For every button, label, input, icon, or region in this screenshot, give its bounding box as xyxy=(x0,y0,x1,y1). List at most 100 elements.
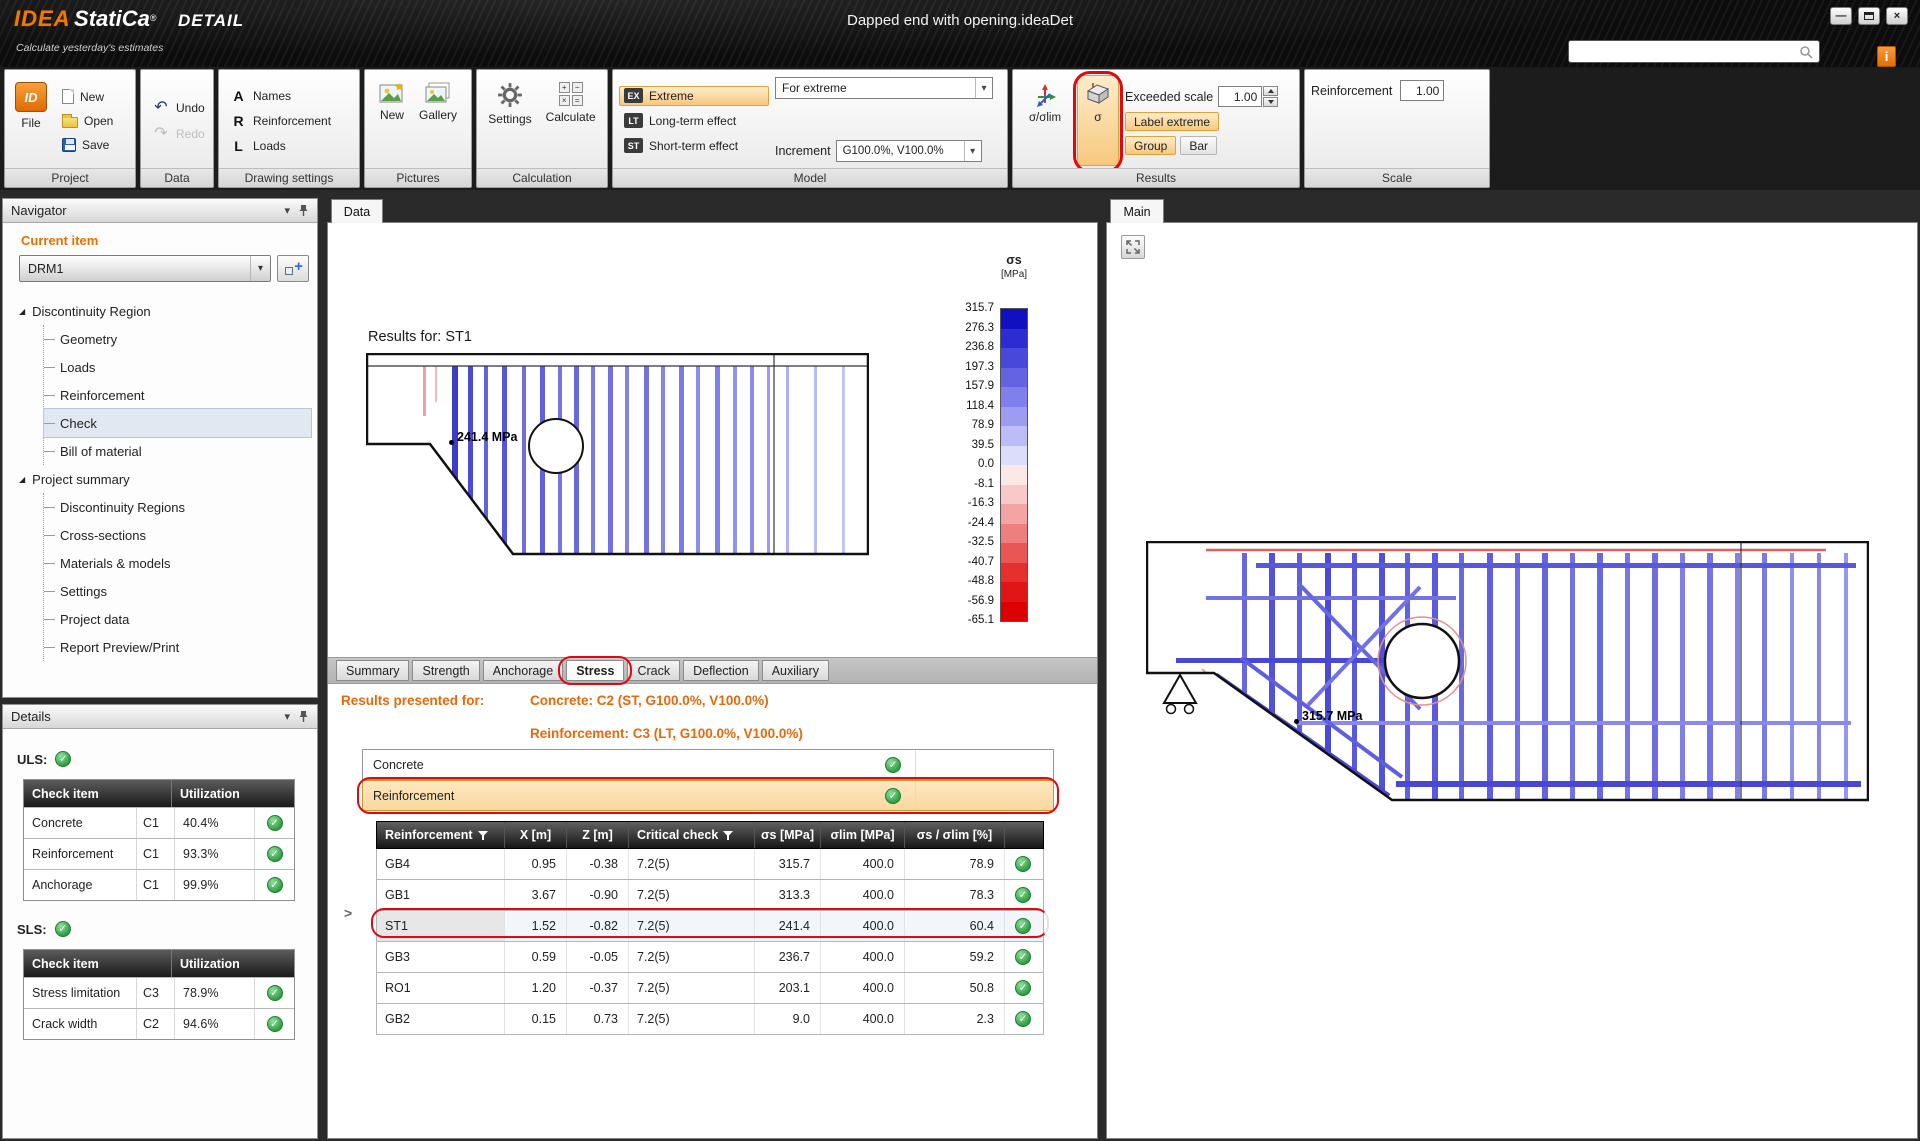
table-row[interactable]: GB3 0.59 -0.05 7.2(5) 236.7 400.0 59.2 ✓ xyxy=(376,942,1044,973)
tab-anchorage[interactable]: Anchorage xyxy=(483,660,563,681)
undo-icon: ↶ xyxy=(152,101,170,115)
collapse-arrow-icon[interactable]: ▾ xyxy=(284,204,290,217)
table-row[interactable]: Reinforcement C1 93.3% ✓ xyxy=(24,838,294,869)
ribbon-group-pictures: New Gallery Pictures xyxy=(364,69,472,188)
filter-icon[interactable] xyxy=(723,831,733,840)
reinforcement-scale-value[interactable]: 1.00 xyxy=(1400,80,1444,101)
tab-strength[interactable]: Strength xyxy=(412,660,479,681)
details-body: ULS: ✓ Check item Utilization Concrete C… xyxy=(3,729,317,1138)
settings-button[interactable]: Settings xyxy=(484,75,535,166)
tree-item-geometry[interactable]: Geometry xyxy=(44,325,311,353)
maximize-button[interactable] xyxy=(1858,7,1880,25)
ribbon-group-label: Model xyxy=(613,168,1007,187)
table-row[interactable]: Stress limitation C3 78.9% ✓ xyxy=(24,977,294,1008)
navigator-body: Current item DRM1 ▾ + ◢ Discontinuity Re… xyxy=(3,223,317,697)
presented-for-label: Results presented for: xyxy=(341,693,484,708)
for-extreme-select[interactable]: For extreme ▾ xyxy=(775,77,993,99)
tab-crack[interactable]: Crack xyxy=(627,660,680,681)
support-icon xyxy=(1164,675,1196,703)
sigma-button[interactable]: σ xyxy=(1077,75,1119,166)
gallery-button[interactable]: Gallery xyxy=(415,75,461,166)
label-extreme-toggle[interactable]: Label extreme xyxy=(1125,112,1219,131)
table-row[interactable]: Concrete C1 40.4% ✓ xyxy=(24,807,294,838)
long-term-badge-icon: LT xyxy=(624,113,643,128)
open-button[interactable]: Open xyxy=(57,111,118,131)
pin-icon[interactable] xyxy=(298,204,309,217)
group-row-reinforcement[interactable]: Reinforcement ✓ xyxy=(362,780,1054,811)
file-button[interactable]: ID File xyxy=(11,75,51,166)
reinforcement-toggle[interactable]: RReinforcement xyxy=(225,111,353,131)
info-button[interactable]: i xyxy=(1877,46,1896,67)
tab-deflection[interactable]: Deflection xyxy=(683,660,759,681)
table-row[interactable]: Anchorage C1 99.9% ✓ xyxy=(24,869,294,900)
tab-data[interactable]: Data xyxy=(331,199,383,223)
sigma-slim-button[interactable]: σ/σlim xyxy=(1019,75,1071,166)
tree-item-discontinuity-regions[interactable]: Discontinuity Regions xyxy=(44,493,311,521)
ribbon-group-label: Scale xyxy=(1305,168,1489,187)
search-icon xyxy=(1797,43,1815,61)
tree-item-materials-models[interactable]: Materials & models xyxy=(44,549,311,577)
tree-item-loads[interactable]: Loads xyxy=(44,353,311,381)
filter-icon[interactable] xyxy=(478,831,488,840)
table-row[interactable]: Crack width C2 94.6% ✓ xyxy=(24,1008,294,1039)
bar-toggle[interactable]: Bar xyxy=(1180,136,1217,155)
tree-item-settings[interactable]: Settings xyxy=(44,577,311,605)
group-row-concrete[interactable]: Concrete ✓ xyxy=(362,749,1054,780)
collapse-arrow-icon[interactable]: ▾ xyxy=(284,710,290,723)
long-term-toggle[interactable]: LTLong-term effect xyxy=(619,111,769,131)
short-term-toggle[interactable]: STShort-term effect xyxy=(619,136,769,156)
reinforcement-scale-label: Reinforcement xyxy=(1311,84,1392,98)
tab-auxiliary[interactable]: Auxiliary xyxy=(762,660,829,681)
step-up-button[interactable] xyxy=(1263,86,1278,96)
calculate-button[interactable]: + − × = Calculate xyxy=(542,75,600,166)
max-stress-point xyxy=(1294,719,1299,724)
tree-item-bill-of-material[interactable]: Bill of material xyxy=(44,437,311,465)
minimize-button[interactable]: — xyxy=(1830,7,1852,25)
ribbon-group-data: ↶Undo ↷Redo Data xyxy=(140,69,214,188)
table-row[interactable]: GB2 0.15 0.73 7.2(5) 9.0 400.0 2.3 ✓ xyxy=(376,1004,1044,1035)
short-term-badge-icon: ST xyxy=(624,138,643,153)
redo-button[interactable]: ↷Redo xyxy=(147,124,207,144)
table-header: Check item Utilization xyxy=(24,950,294,977)
pin-icon[interactable] xyxy=(298,710,309,723)
exceeded-scale-value[interactable]: 1.00 xyxy=(1218,86,1262,107)
app-window: IDEA StatiCa® DETAIL Calculate yesterday… xyxy=(0,0,1920,1141)
tree-node-project-summary[interactable]: ◢ Project summary xyxy=(13,465,311,493)
tree-item-project-data[interactable]: Project data xyxy=(44,605,311,633)
ribbon-group-label: Results xyxy=(1013,168,1299,187)
tree-item-cross-sections[interactable]: Cross-sections xyxy=(44,521,311,549)
current-item-select[interactable]: DRM1 ▾ xyxy=(19,255,271,282)
step-down-button[interactable] xyxy=(1263,97,1278,107)
save-button[interactable]: Save xyxy=(57,135,118,155)
close-button[interactable]: × xyxy=(1886,7,1908,25)
add-item-button[interactable]: + xyxy=(277,255,309,282)
table-row[interactable]: GB4 0.95 -0.38 7.2(5) 315.7 400.0 78.9 ✓ xyxy=(376,849,1044,880)
tab-stress[interactable]: Stress xyxy=(566,660,624,681)
search-input[interactable] xyxy=(1569,42,1797,61)
tree-item-report-preview-print[interactable]: Report Preview/Print xyxy=(44,633,311,661)
open-folder-icon xyxy=(62,117,78,128)
colorbar: σs [MPa] 315.7276.3236.8197.3157.9118.47… xyxy=(888,253,1030,643)
extreme-toggle[interactable]: EXExtreme xyxy=(619,86,769,106)
names-toggle[interactable]: ANames xyxy=(225,86,353,106)
tree-item-check[interactable]: Check xyxy=(44,409,311,437)
table-row-selected[interactable]: ST1 1.52 -0.82 7.2(5) 241.4 400.0 60.4 ✓ xyxy=(376,911,1044,942)
tab-main[interactable]: Main xyxy=(1110,199,1164,223)
tab-summary[interactable]: Summary xyxy=(336,660,409,681)
colorbar-title: σs xyxy=(1000,253,1028,267)
table-row[interactable]: RO1 1.20 -0.37 7.2(5) 203.1 400.0 50.8 ✓ xyxy=(376,973,1044,1004)
picture-new-button[interactable]: New xyxy=(375,75,409,166)
undo-button[interactable]: ↶Undo xyxy=(147,98,207,118)
new-button[interactable]: New xyxy=(57,87,118,107)
main-result-drawing[interactable]: 315.7 MPa xyxy=(1146,541,1869,821)
table-row[interactable]: GB1 3.67 -0.90 7.2(5) 313.3 400.0 78.3 ✓ xyxy=(376,880,1044,911)
group-toggle[interactable]: Group xyxy=(1125,136,1176,155)
tree-item-reinforcement[interactable]: Reinforcement xyxy=(44,381,311,409)
increment-select[interactable]: G100.0%, V100.0% ▾ xyxy=(836,140,982,162)
picture-new-icon xyxy=(379,82,405,104)
loads-toggle[interactable]: LLoads xyxy=(225,136,353,156)
expand-view-button[interactable] xyxy=(1121,235,1145,259)
tree-node-discontinuity-region[interactable]: ◢ Discontinuity Region xyxy=(13,297,311,325)
table-header: Reinforcement X [m] Z [m] Critical check… xyxy=(376,821,1044,849)
row-expander-icon[interactable]: > xyxy=(344,905,352,921)
